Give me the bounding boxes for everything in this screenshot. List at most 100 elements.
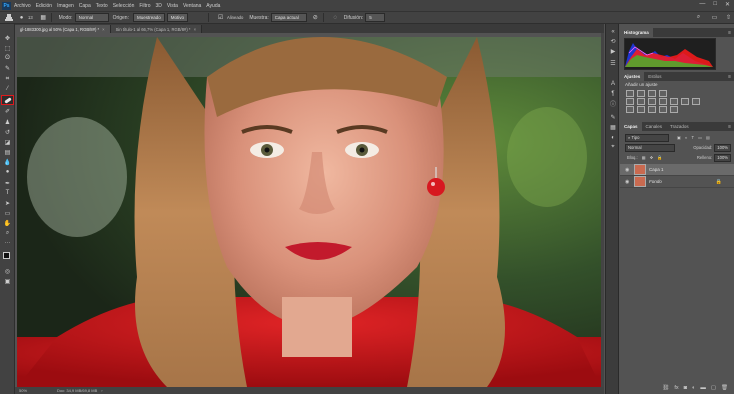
move-tool-icon[interactable]: ✥ xyxy=(2,34,13,42)
filter-pixel-icon[interactable]: ▣ xyxy=(677,135,681,140)
swatches-panel-icon[interactable]: ▦ xyxy=(609,124,617,131)
close-tab-icon[interactable]: × xyxy=(102,27,104,32)
brush-panel-icon[interactable]: ▦ xyxy=(39,14,48,22)
crop-tool-icon[interactable]: ⌗ xyxy=(2,75,13,83)
blend-mode-select[interactable]: Normal xyxy=(625,143,675,152)
tab-ajustes[interactable]: Ajustes xyxy=(620,72,645,81)
menu-filtro[interactable]: Filtro xyxy=(139,3,150,9)
curves-adjust-icon[interactable] xyxy=(648,90,656,97)
menu-capa[interactable]: Capa xyxy=(79,3,91,9)
menu-archivo[interactable]: Archivo xyxy=(14,3,31,9)
character-panel-icon[interactable]: A xyxy=(609,80,617,87)
delete-layer-icon[interactable]: 🗑 xyxy=(721,385,728,391)
search-icon[interactable]: ⌕ xyxy=(694,14,703,22)
document-canvas[interactable] xyxy=(17,37,601,387)
info-panel-icon[interactable]: ⓘ xyxy=(609,100,617,108)
gradient-tool-icon[interactable]: ▤ xyxy=(2,148,13,156)
collapse-arrows-icon[interactable]: « xyxy=(609,28,617,35)
close-window-button[interactable]: ✕ xyxy=(725,1,730,8)
gradient-map-adjust-icon[interactable] xyxy=(659,106,667,113)
menu-ventana[interactable]: Ventana xyxy=(183,3,201,9)
panel-menu-icon[interactable]: ≡ xyxy=(728,124,731,130)
clone-stamp-tool-icon[interactable]: ♟ xyxy=(2,118,13,126)
zoom-tool-icon[interactable]: ⌕ xyxy=(2,229,13,237)
menu-texto[interactable]: Texto xyxy=(96,3,108,9)
threshold-adjust-icon[interactable] xyxy=(648,106,656,113)
brushes-panel-icon[interactable]: ✎ xyxy=(609,114,617,121)
selective-color-adjust-icon[interactable] xyxy=(670,106,678,113)
shape-tool-icon[interactable]: ▭ xyxy=(2,209,13,217)
color-lookup-adjust-icon[interactable] xyxy=(692,98,700,105)
quick-mask-icon[interactable]: ◎ xyxy=(2,267,13,275)
pen-tool-icon[interactable]: ✒ xyxy=(2,179,13,187)
tab-estilos[interactable]: Estilos xyxy=(644,72,665,81)
properties-panel-icon[interactable]: ☰ xyxy=(609,60,617,67)
actions-panel-icon[interactable]: ▶ xyxy=(609,48,617,55)
layer-mask-icon[interactable]: ◙ xyxy=(684,385,687,391)
screen-mode-icon[interactable]: ▣ xyxy=(2,277,13,285)
fill-value[interactable]: 100% xyxy=(714,153,731,162)
lock-pixels-icon[interactable]: ▦ xyxy=(642,155,646,160)
history-panel-icon[interactable]: ⟲ xyxy=(609,38,617,45)
filter-type-icon[interactable]: T xyxy=(692,135,695,140)
menu-edicion[interactable]: Edición xyxy=(36,3,52,9)
maximize-button[interactable]: □ xyxy=(713,1,717,8)
black-white-adjust-icon[interactable] xyxy=(659,98,667,105)
tab-canales[interactable]: Canales xyxy=(642,122,667,131)
tab-trazados[interactable]: Trazados xyxy=(666,122,693,131)
vertical-scrollbar[interactable] xyxy=(601,33,604,387)
filter-smart-icon[interactable]: ▤ xyxy=(706,135,710,140)
muestra-select[interactable]: Capa actual xyxy=(270,13,307,22)
layer-filter-select[interactable]: ⌕ Tipo xyxy=(625,133,669,142)
workspace-icon[interactable]: ▭ xyxy=(710,14,719,22)
menu-vista[interactable]: Vista xyxy=(167,3,178,9)
lasso-tool-icon[interactable]: ʘ xyxy=(2,54,13,62)
tab-document-2[interactable]: Sin título-1 al 66,7% (Capa 1, RGB/8#) *… xyxy=(110,25,203,33)
marquee-tool-icon[interactable]: ⬚ xyxy=(2,44,13,52)
menu-seleccion[interactable]: Selección xyxy=(113,3,135,9)
dodge-tool-icon[interactable]: ● xyxy=(2,168,13,176)
type-tool-icon[interactable]: T xyxy=(2,189,13,197)
quick-selection-tool-icon[interactable]: ✎ xyxy=(2,64,13,72)
visibility-eye-icon[interactable]: ◉ xyxy=(625,179,631,185)
filter-adjust-icon[interactable]: ◐ xyxy=(685,135,688,140)
tab-document-1[interactable]: gl-1883300.jpg al 50% (Capa 1, RGB/8#) *… xyxy=(15,25,111,33)
status-arrow-icon[interactable]: › xyxy=(101,388,102,393)
difusion-select[interactable]: 5 xyxy=(365,13,386,22)
tab-histogram[interactable]: Histograma xyxy=(620,28,653,37)
eraser-tool-icon[interactable]: ◪ xyxy=(2,138,13,146)
lock-position-icon[interactable]: ✥ xyxy=(650,155,654,160)
origen-motivo-button[interactable]: Motivo xyxy=(166,13,189,22)
color-balance-adjust-icon[interactable] xyxy=(648,98,656,105)
brush-preset-icon[interactable]: ● xyxy=(17,14,26,22)
foreground-color-swatch[interactable] xyxy=(3,252,10,259)
new-group-icon[interactable]: ▬ xyxy=(700,385,706,391)
modo-select[interactable]: Normal xyxy=(74,13,109,22)
posterize-adjust-icon[interactable] xyxy=(637,106,645,113)
paragraph-panel-icon[interactable]: ¶ xyxy=(609,90,617,97)
vibrance-adjust-icon[interactable] xyxy=(626,98,634,105)
layer-style-icon[interactable]: fx xyxy=(674,385,678,391)
filter-shape-icon[interactable]: ▭ xyxy=(698,135,702,140)
minimize-button[interactable]: — xyxy=(699,1,705,8)
ignore-adjustment-icon[interactable]: ⊘ xyxy=(311,14,320,22)
share-icon[interactable]: ⇧ xyxy=(724,14,733,22)
layer-row-capa-1[interactable]: ◉ Capa 1 xyxy=(620,164,734,176)
hue-saturation-adjust-icon[interactable] xyxy=(637,98,645,105)
hand-tool-icon[interactable]: ✋ xyxy=(2,219,13,227)
navigator-panel-icon[interactable]: ⌖ xyxy=(609,144,617,151)
clone-stamp-preset-icon[interactable] xyxy=(4,14,13,22)
brush-tool-icon[interactable]: ✐ xyxy=(2,107,13,115)
color-panel-icon[interactable]: ◐ xyxy=(609,134,617,141)
alineado-checkbox-icon[interactable]: ☑ xyxy=(216,14,225,22)
spot-healing-brush-tool-icon[interactable] xyxy=(1,95,14,105)
panel-menu-icon[interactable]: ≡ xyxy=(728,74,731,80)
more-tools-icon[interactable]: ··· xyxy=(2,239,13,247)
link-layers-icon[interactable]: ⛓ xyxy=(662,385,669,391)
visibility-eye-icon[interactable]: ◉ xyxy=(625,167,631,173)
channel-mixer-adjust-icon[interactable] xyxy=(681,98,689,105)
origen-muestreado-button[interactable]: Muestreado xyxy=(132,13,165,22)
opacity-value[interactable]: 100% xyxy=(714,143,731,152)
lock-all-icon[interactable]: 🔒 xyxy=(657,155,662,161)
close-tab-icon[interactable]: × xyxy=(194,27,196,32)
